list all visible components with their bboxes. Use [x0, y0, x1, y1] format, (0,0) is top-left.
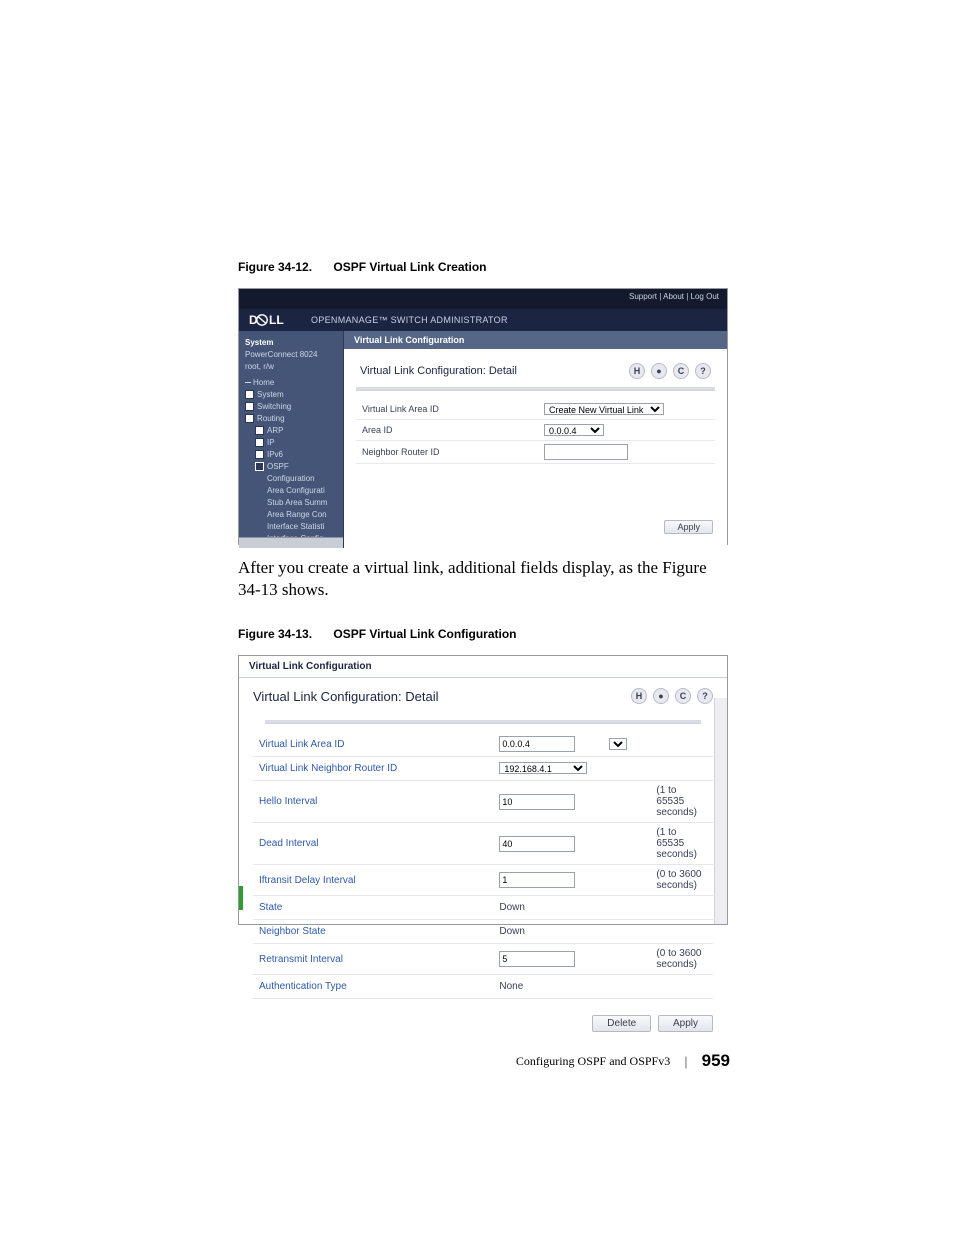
tree-scrollbar[interactable] [239, 537, 343, 548]
brand-bar: D LL OPENMANAGE™ SWITCH ADMINISTRATOR [239, 309, 727, 331]
help-icon[interactable]: ? [695, 363, 711, 379]
tree-item-home[interactable]: Home [245, 377, 343, 389]
screenshot-config: Virtual Link Configuration Virtual Link … [238, 655, 728, 925]
row-area-id: Virtual Link Area ID Create New Virtual … [356, 399, 715, 420]
tree-system: System [245, 337, 343, 349]
brand-subtitle: OPENMANAGE™ SWITCH ADMINISTRATOR [311, 315, 508, 325]
nav-tree[interactable]: System PowerConnect 8024 root, r/w Home … [239, 331, 344, 548]
row-areaid2: Area ID 0.0.0.4 [356, 420, 715, 441]
refresh-icon[interactable]: C [673, 363, 689, 379]
row-retransmit: Retransmit Interval (0 to 3600 seconds) [253, 944, 713, 975]
tree-item-ospf[interactable]: OSPF [245, 461, 343, 473]
row-neighbor-router: Neighbor Router ID [356, 441, 715, 464]
cfg-label: Hello Interval [253, 781, 493, 823]
cfg-value: None [493, 975, 713, 999]
figure-12-number: Figure 34-12. [238, 260, 312, 274]
tree-item-if-stats[interactable]: Interface Statisti [245, 521, 343, 533]
svg-text:LL: LL [269, 314, 284, 326]
figure-12-title: OSPF Virtual Link Creation [333, 260, 486, 274]
row-vl-neighbor: Virtual Link Neighbor Router ID 192.168.… [253, 757, 713, 781]
select-vl-neighbor[interactable]: 192.168.4.1 [499, 762, 587, 774]
input-retransmit[interactable] [499, 951, 575, 967]
cfg-value: Down [493, 920, 713, 944]
cfg-label: Authentication Type [253, 975, 493, 999]
breadcrumb: Virtual Link Configuration [344, 331, 727, 349]
footer-page-number: 959 [702, 1051, 730, 1071]
row-auth: Authentication Type None [253, 975, 713, 999]
cfg-range: (0 to 3600 seconds) [650, 944, 713, 975]
figure-13-number: Figure 34-13. [238, 627, 312, 641]
cfg-label: Virtual Link Neighbor Router ID [253, 757, 493, 781]
cfg-label: Retransmit Interval [253, 944, 493, 975]
page-title: Virtual Link Configuration: Detail [360, 365, 517, 377]
print-icon[interactable]: ● [653, 688, 669, 704]
cfg-label: Neighbor State [253, 920, 493, 944]
row-vl-area-id: Virtual Link Area ID [253, 732, 713, 757]
figure-13-caption: Figure 34-13. OSPF Virtual Link Configur… [238, 627, 726, 641]
tree-item-routing[interactable]: Routing [245, 413, 343, 425]
print-icon[interactable]: ● [651, 363, 667, 379]
cfg-range: (1 to 65535 seconds) [650, 823, 713, 865]
input-transit[interactable] [499, 872, 575, 888]
tree-item-config[interactable]: Configuration [245, 473, 343, 485]
tree-item-switching[interactable]: Switching [245, 401, 343, 413]
body-paragraph: After you create a virtual link, additio… [238, 557, 726, 601]
dropdown-vl-area-id[interactable] [609, 738, 627, 750]
main-pane: Virtual Link Configuration Virtual Link … [344, 331, 727, 548]
row-neighbor-state: Neighbor State Down [253, 920, 713, 944]
label-vl-area-id: Virtual Link Area ID [356, 399, 538, 420]
tree-item-arp[interactable]: ARP [245, 425, 343, 437]
tree-item-ip[interactable]: IP [245, 437, 343, 449]
row-state: State Down [253, 896, 713, 920]
input-dead[interactable] [499, 836, 575, 852]
tree-device: PowerConnect 8024 [245, 349, 343, 361]
delete-button[interactable]: Delete [592, 1015, 651, 1032]
breadcrumb-2: Virtual Link Configuration [239, 656, 727, 678]
tree-item-area-range[interactable]: Area Range Con [245, 509, 343, 521]
cfg-label: Virtual Link Area ID [253, 732, 493, 757]
screenshot-creation: Support | About | Log Out D LL OPENMANAG… [238, 288, 728, 545]
cfg-range: (0 to 3600 seconds) [650, 865, 713, 896]
tree-item-area-config[interactable]: Area Configurati [245, 485, 343, 497]
form-table: Virtual Link Area ID Create New Virtual … [356, 399, 715, 464]
tree-item-stub[interactable]: Stub Area Summ [245, 497, 343, 509]
tree-item-ipv6[interactable]: IPv6 [245, 449, 343, 461]
apply-button[interactable]: Apply [664, 520, 713, 534]
cfg-range: (1 to 65535 seconds) [650, 781, 713, 823]
top-links[interactable]: Support | About | Log Out [239, 289, 727, 309]
cfg-label: State [253, 896, 493, 920]
cfg-label: Dead Interval [253, 823, 493, 865]
label-area-id: Area ID [356, 420, 538, 441]
row-transit: Iftransit Delay Interval (0 to 3600 seco… [253, 865, 713, 896]
label-neighbor-router: Neighbor Router ID [356, 441, 538, 464]
cfg-value: Down [493, 896, 713, 920]
tree-item-system[interactable]: System [245, 389, 343, 401]
cfg-label: Iftransit Delay Interval [253, 865, 493, 896]
save-icon[interactable]: H [629, 363, 645, 379]
dell-logo-icon: D LL [249, 314, 297, 326]
row-dead: Dead Interval (1 to 65535 seconds) [253, 823, 713, 865]
save-icon[interactable]: H [631, 688, 647, 704]
select-area-id[interactable]: 0.0.0.4 [544, 424, 604, 436]
config-table: Virtual Link Area ID Virtual Link Neighb… [253, 732, 713, 999]
input-vl-area-id[interactable] [499, 736, 575, 752]
footer-divider: | [684, 1054, 687, 1069]
input-hello[interactable] [499, 794, 575, 810]
tree-user: root, r/w [245, 361, 343, 373]
figure-13-title: OSPF Virtual Link Configuration [333, 627, 516, 641]
select-vl-area-id[interactable]: Create New Virtual Link [544, 403, 664, 415]
page-footer: Configuring OSPF and OSPFv3 | 959 [516, 1051, 730, 1071]
footer-title: Configuring OSPF and OSPFv3 [516, 1054, 670, 1069]
page-title-2: Virtual Link Configuration: Detail [253, 689, 438, 704]
refresh-icon[interactable]: C [675, 688, 691, 704]
figure-12-caption: Figure 34-12. OSPF Virtual Link Creation [238, 260, 726, 274]
row-hello: Hello Interval (1 to 65535 seconds) [253, 781, 713, 823]
help-icon[interactable]: ? [697, 688, 713, 704]
input-neighbor-router[interactable] [544, 444, 628, 460]
apply-button-2[interactable]: Apply [658, 1015, 713, 1032]
